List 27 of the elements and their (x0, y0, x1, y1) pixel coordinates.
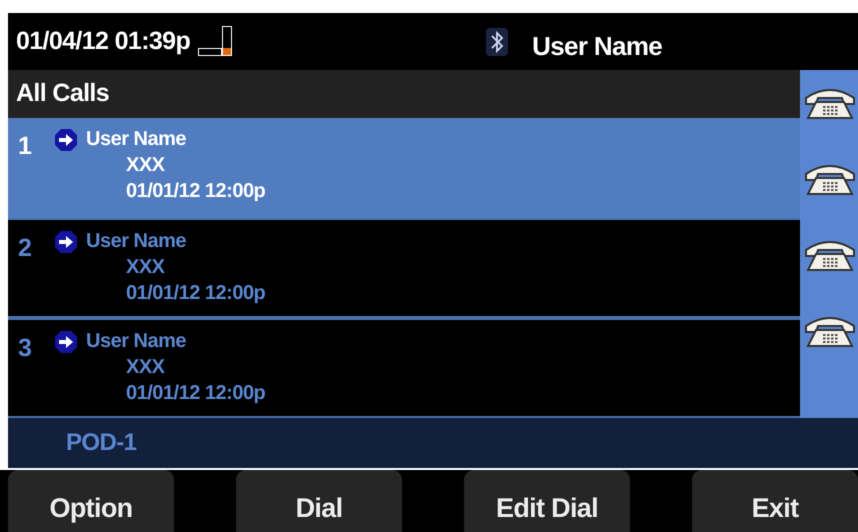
softkey-button[interactable]: Exit (692, 470, 858, 532)
softkey-button[interactable]: Option (8, 470, 174, 532)
call-index: 3 (18, 336, 33, 364)
bluetooth-icon (486, 28, 508, 56)
caller-name: User Name (86, 329, 188, 354)
arrow-icon (54, 330, 78, 354)
caller-name: User Name (86, 229, 188, 254)
call-time: 01/01/12 12:00p (126, 281, 266, 306)
call-time: 01/01/12 12:00p (126, 381, 266, 406)
call-index: 2 (18, 236, 33, 264)
call-index: 1 (18, 134, 33, 162)
list-title: All Calls (16, 78, 110, 110)
call-item[interactable]: 1 User Name XXX 01/01/12 12:00p (8, 118, 800, 218)
caller-number: XXX (126, 255, 166, 280)
date-time: 01/04/12 01:39p (16, 26, 190, 57)
caller-number: XXX (126, 355, 166, 380)
call-time: 01/01/12 12:00p (126, 179, 266, 204)
call-item[interactable]: 3 User Name XXX 01/01/12 12:00p (8, 318, 800, 418)
softkey-button[interactable]: Dial (236, 470, 402, 532)
arrow-icon (54, 230, 78, 254)
softkey-button[interactable]: Edit Dial (464, 470, 630, 532)
caller-number: XXX (126, 153, 166, 178)
arrow-icon (54, 128, 78, 152)
footer-label: POD-1 (66, 428, 136, 458)
call-item[interactable]: 2 User Name XXX 01/01/12 12:00p (8, 218, 800, 318)
caller-name: User Name (86, 127, 188, 152)
signal-icon (198, 26, 234, 58)
